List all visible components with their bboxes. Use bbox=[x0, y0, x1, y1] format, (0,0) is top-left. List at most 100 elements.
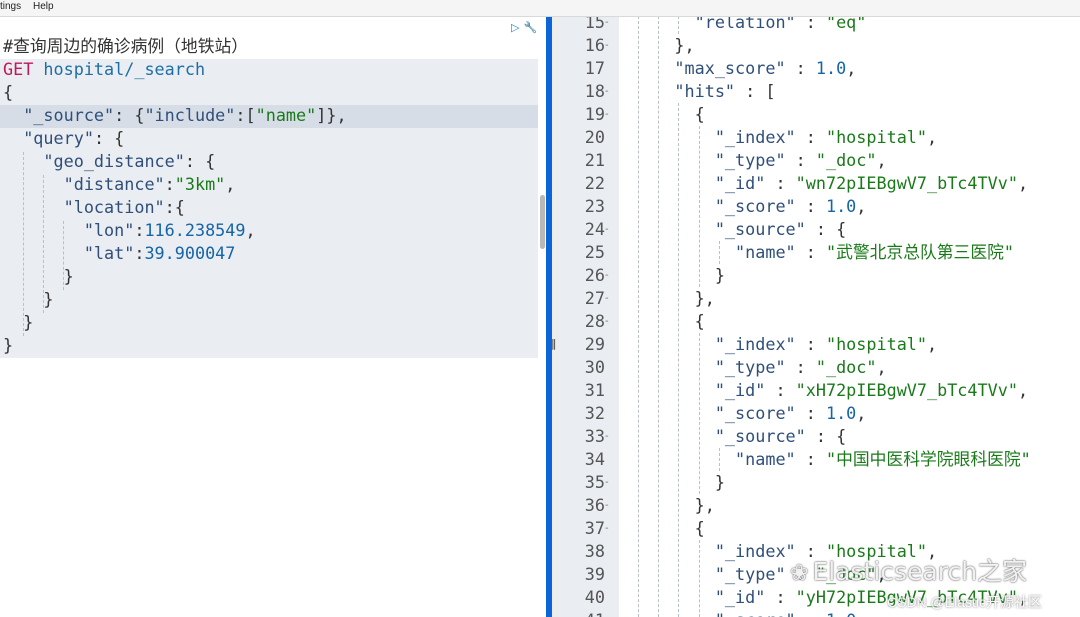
fold-toggle-icon[interactable]: - bbox=[605, 425, 613, 448]
fold-toggle-icon[interactable]: - bbox=[605, 17, 613, 34]
resize-grip-icon[interactable]: ‖ bbox=[551, 337, 557, 350]
menu-help[interactable]: Help bbox=[33, 1, 54, 12]
play-icon[interactable]: ▷ bbox=[511, 21, 519, 34]
indent-guide bbox=[698, 126, 700, 287]
code-text: "name" : "武警北京总队第三医院" bbox=[634, 241, 1014, 264]
code-line[interactable]: "location":{ bbox=[3, 196, 347, 219]
code-token: "hospital" bbox=[825, 127, 928, 147]
code-token: "lat" bbox=[3, 243, 135, 263]
code-token: #查询周边的确诊病例（地铁站） bbox=[3, 36, 249, 56]
request-toolbar: ▷ 🔧 bbox=[511, 21, 541, 34]
code-line[interactable]: { bbox=[3, 81, 347, 104]
indent-guide bbox=[698, 540, 700, 617]
indent-guide bbox=[678, 17, 680, 34]
code-token: "geo_distance" bbox=[3, 151, 185, 171]
wechat-icon: ❀ bbox=[790, 561, 809, 586]
code-token: 1.0 bbox=[815, 58, 847, 78]
code-token: "wn72pIEBgwV7_bTc4TVv" bbox=[795, 173, 1018, 193]
code-text: "relation" : "eq" bbox=[634, 17, 867, 34]
code-token: , bbox=[927, 127, 938, 147]
fold-toggle-icon[interactable]: - bbox=[605, 264, 613, 287]
code-line[interactable]: "distance":"3km", bbox=[3, 173, 347, 196]
code-line[interactable]: GET hospital/_search bbox=[3, 58, 347, 81]
request-editor[interactable]: #查询周边的确诊病例（地铁站） GET hospital/_search{ "_s… bbox=[0, 17, 546, 617]
code-token: : bbox=[785, 58, 816, 78]
request-code[interactable]: #查询周边的确诊病例（地铁站） GET hospital/_search{ "_s… bbox=[3, 35, 347, 357]
code-token: { bbox=[3, 82, 14, 102]
fold-toggle-icon[interactable]: - bbox=[605, 287, 613, 310]
code-token: }, bbox=[634, 495, 715, 515]
code-line[interactable]: "geo_distance": { bbox=[3, 150, 347, 173]
fold-toggle-icon[interactable]: - bbox=[605, 471, 613, 494]
fold-toggle-icon[interactable]: - bbox=[605, 494, 613, 517]
code-text: "_score" : 1.0, bbox=[634, 402, 867, 425]
menu-settings[interactable]: tings bbox=[0, 1, 21, 12]
code-text: } bbox=[634, 264, 725, 287]
code-token: :{ bbox=[164, 197, 185, 217]
code-text: "_type" : "_doc", bbox=[634, 356, 887, 379]
code-text: { bbox=[634, 103, 705, 126]
code-token: "_source" bbox=[634, 426, 806, 446]
code-token: , bbox=[1017, 173, 1029, 193]
code-token: "_type" bbox=[634, 150, 786, 170]
code-line[interactable]: "_source": {"include":["name"]}, bbox=[3, 104, 346, 127]
code-token: "name" bbox=[255, 105, 317, 125]
code-token: , bbox=[856, 403, 867, 423]
code-token: "_type" bbox=[634, 564, 786, 584]
code-token: { bbox=[634, 311, 705, 331]
wrench-icon[interactable]: 🔧 bbox=[523, 21, 537, 34]
code-token: } bbox=[3, 312, 34, 332]
code-token: "3km" bbox=[174, 174, 226, 194]
code-text: { bbox=[634, 310, 705, 333]
code-token: "query" bbox=[3, 128, 94, 148]
fold-toggle-icon[interactable]: - bbox=[605, 34, 613, 57]
code-token: : bbox=[164, 174, 175, 194]
fold-toggle-icon[interactable]: - bbox=[605, 103, 613, 126]
code-token: : bbox=[795, 196, 826, 216]
editor-scrollbar[interactable] bbox=[540, 195, 545, 249]
code-token: }, bbox=[634, 35, 695, 55]
code-line[interactable]: } bbox=[3, 288, 347, 311]
watermark-text: Elasticsearch之家 bbox=[812, 557, 1028, 586]
response-viewer[interactable]: 15- "relation" : "eq" 16- }, 17 "max_score… bbox=[559, 17, 1080, 617]
line-number: 35 bbox=[584, 472, 605, 492]
code-line[interactable]: } bbox=[3, 311, 347, 334]
code-token: "_source" bbox=[3, 105, 115, 125]
code-line[interactable]: "query": { bbox=[3, 127, 347, 150]
code-token: : [ bbox=[735, 81, 776, 101]
line-number: 28 bbox=[584, 311, 605, 331]
code-line[interactable]: } bbox=[3, 334, 347, 357]
line-number: 20 bbox=[584, 127, 605, 147]
line-number: 22 bbox=[584, 173, 605, 193]
code-token: "lon" bbox=[3, 220, 135, 240]
code-token: } bbox=[634, 472, 725, 492]
code-line[interactable]: "lat":39.900047 bbox=[3, 242, 347, 265]
code-token: { bbox=[634, 104, 705, 124]
line-number: 26 bbox=[584, 265, 605, 285]
code-token: : bbox=[765, 173, 796, 193]
line-number: 40 bbox=[584, 587, 605, 607]
code-line[interactable]: "lon":116.238549, bbox=[3, 219, 347, 242]
code-text: { bbox=[634, 517, 705, 540]
code-token: : { bbox=[805, 219, 847, 239]
pane-divider[interactable]: ‖ bbox=[546, 17, 559, 617]
code-token: : { bbox=[805, 426, 847, 446]
fold-toggle-icon[interactable]: - bbox=[605, 80, 613, 103]
code-line[interactable]: #查询周边的确诊病例（地铁站） bbox=[3, 35, 347, 58]
fold-toggle-icon[interactable]: - bbox=[605, 517, 613, 540]
code-token: hospital/_search bbox=[33, 59, 206, 79]
code-text: "_id" : "wn72pIEBgwV7_bTc4TVv", bbox=[634, 172, 1028, 195]
code-token: }, bbox=[634, 288, 715, 308]
code-text: "_score" : 1.0, bbox=[634, 195, 867, 218]
line-number: 39 bbox=[584, 564, 605, 584]
code-token: : { bbox=[184, 151, 216, 171]
code-token: : bbox=[765, 587, 796, 607]
fold-toggle-icon[interactable]: - bbox=[605, 310, 613, 333]
line-number: 16 bbox=[584, 35, 605, 55]
fold-toggle-icon[interactable]: - bbox=[605, 218, 613, 241]
line-number: 34 bbox=[584, 449, 605, 469]
code-token: , bbox=[245, 220, 256, 240]
line-number: 27 bbox=[584, 288, 605, 308]
line-number: 25 bbox=[584, 242, 605, 262]
code-line[interactable]: } bbox=[3, 265, 347, 288]
